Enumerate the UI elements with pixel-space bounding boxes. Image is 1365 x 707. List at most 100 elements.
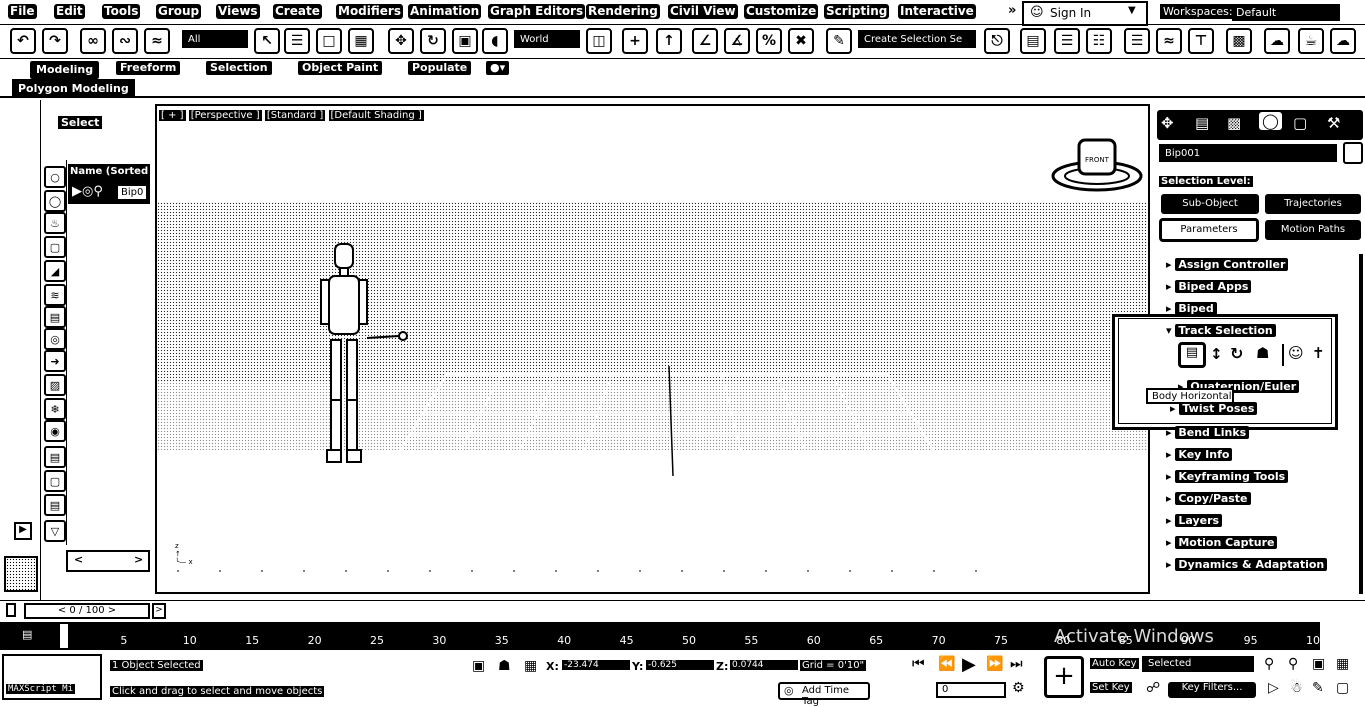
zoom-all-icon[interactable]: ⚲ <box>1288 656 1298 672</box>
align-icon[interactable]: ▤ <box>1020 28 1046 54</box>
ribbon-toggle-icon[interactable]: ☷ <box>1086 28 1112 54</box>
material-editor-icon[interactable]: ⊤ <box>1188 28 1214 54</box>
rollout-copy-paste[interactable]: ▸ Copy/Paste <box>1166 492 1251 505</box>
biped-figure[interactable] <box>307 240 417 472</box>
select-manipulate-icon[interactable]: + <box>622 28 648 54</box>
body-vertical-icon[interactable]: ↕ <box>1210 345 1223 363</box>
rendered-frame-icon[interactable]: ☁ <box>1264 28 1290 54</box>
menu-overflow-icon[interactable]: » <box>1008 3 1016 18</box>
menu-graph-editors[interactable]: Graph Editors <box>488 4 586 19</box>
rotate-icon[interactable]: ↻ <box>420 28 446 54</box>
motion-tab-icon[interactable]: ◯ <box>1259 112 1282 130</box>
rollout-bend-links[interactable]: ▸ Bend Links <box>1166 426 1250 439</box>
explorer-collapse-icon[interactable]: ▶ <box>14 522 32 540</box>
scroll-left-icon[interactable]: < <box>74 553 83 566</box>
viewport-view-label[interactable]: [Perspective ] <box>188 110 262 121</box>
redo-icon[interactable]: ↷ <box>42 28 68 54</box>
display-helpers-icon[interactable]: ◢ <box>44 260 66 282</box>
previous-frame-icon[interactable]: ⏪ <box>938 656 955 672</box>
walk-through-icon[interactable]: ☃ <box>1290 680 1303 696</box>
angle-snap-icon[interactable]: ∡ <box>724 28 750 54</box>
lock-cob-icon[interactable]: ☗ <box>1256 344 1269 362</box>
object-color-swatch[interactable] <box>1343 142 1363 164</box>
menu-rendering[interactable]: Rendering <box>586 4 660 19</box>
schematic-view-icon[interactable]: ≈ <box>1156 28 1182 54</box>
explorer-column-header[interactable]: Name (Sorted A <box>70 166 159 177</box>
tab-freeform[interactable]: Freeform <box>116 61 181 75</box>
rollout-dynamics-adaptation[interactable]: ▸ Dynamics & Adaptation <box>1166 558 1328 571</box>
pivot-center-icon[interactable]: ◫ <box>586 28 612 54</box>
track-bar-cursor[interactable] <box>60 624 68 648</box>
window-crossing-icon[interactable]: ▦ <box>348 28 374 54</box>
menu-edit[interactable]: Edit <box>54 4 85 19</box>
menu-civil-view[interactable]: Civil View <box>668 4 738 19</box>
move-icon[interactable]: ✥ <box>388 28 414 54</box>
container-icon[interactable]: ▢ <box>44 470 66 492</box>
filter-icon[interactable]: ▽ <box>44 520 66 542</box>
unlink-icon[interactable]: ∾ <box>112 28 138 54</box>
maxscript-listener[interactable]: MAXScript Mi <box>2 654 102 700</box>
maximize-viewport-icon[interactable]: ▢ <box>1336 680 1349 696</box>
command-panel-scrollbar[interactable] <box>1359 254 1363 594</box>
current-frame-field[interactable]: 0 <box>936 682 1006 698</box>
time-prev-icon[interactable]: < <box>58 605 66 616</box>
time-slider-next-icon[interactable]: > <box>152 603 166 619</box>
named-selection-set-dropdown[interactable]: Create Selection Se <box>858 30 976 48</box>
sub-object-dropdown[interactable]: Sub-Object <box>1161 194 1259 214</box>
modify-tab-icon[interactable]: ▤ <box>1195 114 1209 132</box>
viewport-standard-label[interactable]: [Standard ] <box>264 110 326 121</box>
mirror-icon[interactable]: ⎋ <box>984 28 1010 54</box>
rollout-key-info[interactable]: ▸ Key Info <box>1166 448 1233 461</box>
z-coordinate-field[interactable]: 0.0744 <box>730 660 798 670</box>
selected-set-dropdown[interactable]: Selected <box>1142 656 1254 672</box>
next-frame-icon[interactable]: ⏩ <box>986 656 1003 672</box>
display-tab-icon[interactable]: ▢ <box>1293 114 1307 132</box>
menu-group[interactable]: Group <box>156 4 202 19</box>
display-bones-icon[interactable]: ➜ <box>44 350 66 372</box>
display-geometry-icon[interactable]: ◯ <box>44 190 66 212</box>
trajectories-dropdown[interactable]: Trajectories <box>1265 194 1361 214</box>
ribbon-options-icon[interactable]: ●▾ <box>486 61 510 75</box>
curve-editor-icon[interactable]: ☰ <box>1124 28 1150 54</box>
key-mode-icon[interactable]: ☍ <box>1146 680 1160 696</box>
viewport-shading-label[interactable]: [Default Shading ] <box>328 110 424 121</box>
select-by-name-icon[interactable]: ☰ <box>284 28 310 54</box>
explorer-row-bip0[interactable]: Bip0 <box>118 186 147 199</box>
x-coordinate-field[interactable]: -23.474 <box>562 660 630 670</box>
place-icon[interactable]: ◖ <box>482 28 508 54</box>
set-key-large-button[interactable]: + <box>1044 656 1084 698</box>
snaps-toggle-icon[interactable]: ∠ <box>692 28 718 54</box>
selection-filter-dropdown[interactable]: All <box>182 30 248 48</box>
expand-eye-icon[interactable]: ▶◎⚲ <box>72 184 103 199</box>
auto-key-button[interactable]: Auto Key <box>1090 658 1139 669</box>
layer-explorer-icon[interactable]: ▤ <box>44 446 66 468</box>
time-slider-thumb[interactable]: < 0 / 100 > <box>24 603 150 619</box>
rollout-keyframing-tools[interactable]: ▸ Keyframing Tools <box>1166 470 1289 483</box>
key-filters-button[interactable]: Key Filters... <box>1168 682 1256 698</box>
workspace-dropdown[interactable]: Default <box>1232 4 1340 21</box>
selection-lock-icon[interactable]: ☗ <box>498 658 511 674</box>
select-object-icon[interactable]: ↖ <box>254 28 280 54</box>
add-time-tag-button[interactable]: ◎ Add Time Tag <box>778 682 870 707</box>
tab-populate[interactable]: Populate <box>408 61 472 75</box>
explorer-scrollbar[interactable]: < > <box>66 550 150 572</box>
undo-icon[interactable]: ↶ <box>10 28 36 54</box>
time-config-icon[interactable]: ⚙ <box>1012 680 1025 696</box>
rollout-layers[interactable]: ▸ Layers <box>1166 514 1223 527</box>
create-tab-icon[interactable]: ✥ <box>1161 114 1174 132</box>
display-none-icon[interactable]: ○ <box>44 166 66 188</box>
render-setup-icon[interactable]: ▩ <box>1226 28 1252 54</box>
absolute-mode-icon[interactable]: ▦ <box>524 658 537 674</box>
goto-start-icon[interactable]: ⏮ <box>912 656 925 672</box>
display-all-icon[interactable]: ◉ <box>44 420 66 442</box>
render-cloud-icon[interactable]: ☁ <box>1330 28 1356 54</box>
time-slider-collapse-icon[interactable] <box>6 603 16 617</box>
display-lights-icon[interactable]: ♨ <box>44 212 66 234</box>
spinner-snap-icon[interactable]: ✖ <box>788 28 814 54</box>
menu-animation[interactable]: Animation <box>408 4 482 19</box>
play-icon[interactable]: ▶ <box>962 654 976 675</box>
bind-space-warp-icon[interactable]: ≈ <box>144 28 170 54</box>
body-rotation-icon[interactable]: ↻ <box>1230 344 1243 363</box>
set-key-button[interactable]: Set Key <box>1090 682 1132 693</box>
field-of-view-icon[interactable]: ▷ <box>1268 680 1279 696</box>
